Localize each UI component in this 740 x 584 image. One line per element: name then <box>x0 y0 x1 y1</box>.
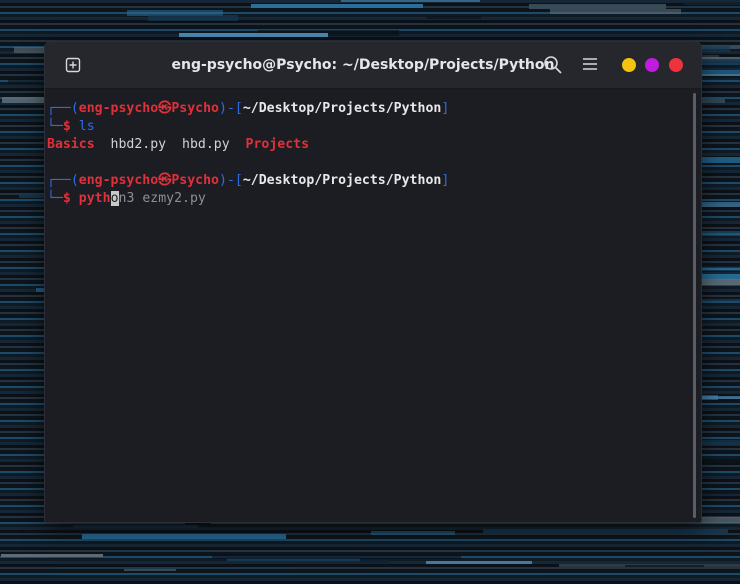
search-icon <box>544 56 562 74</box>
prompt-box-corner: └─ <box>47 119 63 134</box>
text-cursor: o <box>110 191 119 206</box>
window-title: eng-psycho@Psycho: ~/Desktop/Projects/Py… <box>171 57 555 73</box>
wallpaper-streak <box>179 33 328 37</box>
terminal-window: eng-psycho@Psycho: ~/Desktop/Projects/Py… <box>45 42 701 522</box>
prompt-box-open: ┌──( <box>47 101 79 116</box>
ls-entry-dir: Projects <box>245 137 310 152</box>
prompt-user: eng-psycho <box>78 101 159 116</box>
scrollbar-thumb[interactable] <box>693 93 696 518</box>
hamburger-menu-icon <box>583 58 597 70</box>
wallpaper-streak <box>426 561 532 564</box>
prompt-host: Psycho <box>171 101 219 116</box>
prompt-box-corner: └─ <box>47 191 63 206</box>
prompt-path: ~/Desktop/Projects/Python <box>242 173 442 188</box>
wallpaper-streak <box>124 569 176 571</box>
prompt-paren-close: )-[ <box>219 173 243 188</box>
wallpaper-streak <box>251 4 423 8</box>
prompt-bracket-close: ] <box>441 101 450 116</box>
prompt-host: Psycho <box>171 173 219 188</box>
ls-entry-file: hbd2.py <box>110 137 167 152</box>
wallpaper-streak <box>684 2 740 5</box>
wallpaper-streak <box>360 560 389 563</box>
wallpaper-streak <box>371 531 455 535</box>
wallpaper-streak <box>212 554 461 559</box>
autosuggestion: n3 ezmy2.py <box>118 191 206 206</box>
wallpaper-streak <box>550 9 681 14</box>
ls-output-line: Basics hbd2.py hbd.py Projects <box>47 136 309 154</box>
wallpaper-streak <box>73 525 198 528</box>
typed-command: pyth <box>78 191 111 206</box>
wallpaper-streak <box>82 534 286 539</box>
close-button[interactable] <box>669 58 683 72</box>
ls-entry-file: hbd.py <box>182 137 230 152</box>
prompt-at-symbol: ㉿ <box>158 101 172 116</box>
terminal-output[interactable]: ┌──(eng-psycho㉿Psycho)-[~/Desktop/Projec… <box>45 89 689 522</box>
maximize-button[interactable] <box>645 58 659 72</box>
ls-entry-dir: Basics <box>47 137 95 152</box>
prompt-command-line: └─$ python3 ezmy2.py <box>47 190 206 208</box>
menu-button[interactable] <box>581 56 601 74</box>
prompt-header-line: ┌──(eng-psycho㉿Psycho)-[~/Desktop/Projec… <box>47 172 449 190</box>
prompt-path: ~/Desktop/Projects/Python <box>242 101 442 116</box>
title-bar[interactable]: eng-psycho@Psycho: ~/Desktop/Projects/Py… <box>45 42 701 89</box>
wallpaper-streak <box>426 16 481 19</box>
prompt-command-line: └─$ ls <box>47 118 95 136</box>
minimize-button[interactable] <box>622 58 636 72</box>
prompt-dollar: $ <box>62 119 71 134</box>
wallpaper-streak <box>148 15 238 21</box>
command-text: ls <box>78 119 95 134</box>
wallpaper-streak <box>341 0 480 2</box>
prompt-paren-close: )-[ <box>219 101 243 116</box>
plus-icon <box>65 57 81 73</box>
wallpaper-streak <box>1 554 103 557</box>
prompt-user: eng-psycho <box>78 173 159 188</box>
wallpaper-streak <box>483 529 728 533</box>
wallpaper-streak <box>625 565 704 567</box>
scrollbar[interactable] <box>689 89 701 522</box>
search-button[interactable] <box>543 55 563 75</box>
prompt-at-symbol: ㉿ <box>158 173 172 188</box>
prompt-dollar: $ <box>62 191 71 206</box>
prompt-box-open: ┌──( <box>47 173 79 188</box>
prompt-header-line: ┌──(eng-psycho㉿Psycho)-[~/Desktop/Projec… <box>47 100 449 118</box>
new-tab-button[interactable] <box>64 56 82 74</box>
prompt-bracket-close: ] <box>441 173 450 188</box>
